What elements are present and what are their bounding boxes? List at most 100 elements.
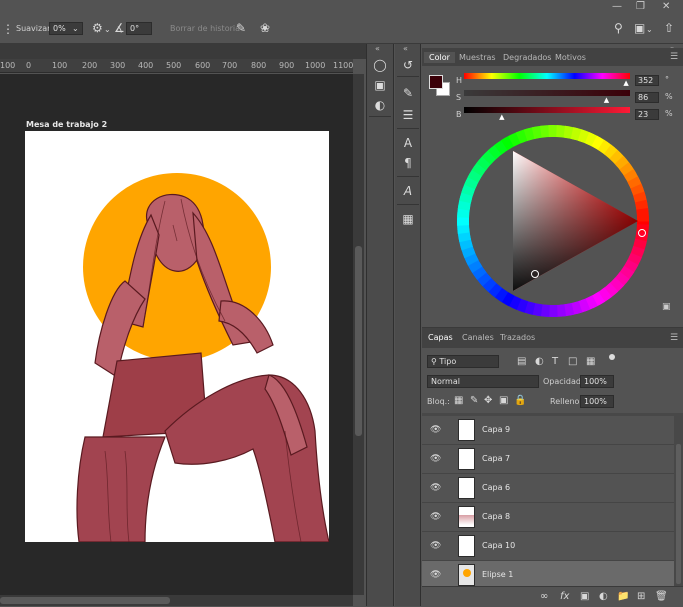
horizontal-scroll-thumb[interactable] [0,597,170,604]
lock-artboard-icon[interactable]: ▣ [499,395,508,407]
panel-menu-icon[interactable]: ☰ [670,52,678,62]
adjustment-filter-icon[interactable]: ◐ [535,356,544,368]
lock-image-icon[interactable]: ✎ [470,395,478,407]
layer-row[interactable]: 👁 Capa 10 [422,532,674,561]
hue-ring-segment[interactable] [636,207,649,222]
hue-label: H [456,76,463,85]
horizontal-ruler: 100 0 100 200 300 400 500 600 700 800 90… [0,59,353,73]
glyphs-icon[interactable]: A [395,184,421,198]
brightness-slider-thumb[interactable]: ▲ [499,113,504,121]
layer-name[interactable]: Capa 6 [482,483,510,492]
type-filter-icon[interactable]: T [552,356,558,368]
smart-object-filter-icon[interactable]: ▦ [586,356,595,368]
shape-filter-icon[interactable]: □ [568,356,577,368]
tab-swatches[interactable]: Muestras [454,52,501,63]
brush-icon[interactable]: ✎ [395,86,421,100]
layer-name[interactable]: Capa 9 [482,425,510,434]
collapse-arrows-icon[interactable]: « [403,44,408,53]
layer-name[interactable]: Elipse 1 [482,570,513,579]
paragraph-icon[interactable]: ¶ [395,156,421,170]
layer-name[interactable]: Capa 7 [482,454,510,463]
layers-scroll-thumb[interactable] [676,444,681,584]
share-icon[interactable]: ⇧ [664,22,674,34]
blend-mode-select[interactable]: Normal [427,375,539,388]
layer-row[interactable]: 👁 Capa 6 [422,474,674,503]
mask-icon[interactable]: ▣ [580,591,589,603]
adjustments-icon[interactable]: ◐ [367,98,393,112]
eye-icon[interactable]: 👁 [430,541,441,551]
fill-input[interactable]: 100% [580,395,614,408]
expand-icon[interactable]: ▣ [662,302,671,312]
brightness-unit: % [665,109,673,118]
trash-icon[interactable]: 🗑 [655,591,668,603]
tab-gradients[interactable]: Degradados [498,52,556,63]
tab-layers[interactable]: Capas [428,333,453,342]
fx-icon[interactable]: fx [560,591,569,603]
pixel-filter-icon[interactable]: ▤ [517,356,526,368]
ruler-tick: 1100 [333,61,354,70]
erase-history-option[interactable]: Borrar de historia [170,24,240,33]
lock-transparent-icon[interactable]: ▦ [454,395,463,407]
hue-slider[interactable] [464,73,630,79]
gear-icon[interactable]: ⚙ [92,22,103,34]
chevron-down-icon[interactable]: ⌄ [646,24,653,36]
lightbulb-icon[interactable]: ◯ [367,58,393,72]
history-icon[interactable]: ↺ [395,58,421,72]
pressure-icon[interactable]: ✎ [236,22,246,34]
libraries-icon[interactable]: ▣ [367,78,393,92]
filter-toggle-icon[interactable] [609,354,615,360]
brightness-slider[interactable] [464,107,630,113]
vertical-scroll-thumb[interactable] [355,246,362,436]
saturation-input[interactable]: 86 [635,92,659,103]
tab-paths[interactable]: Trazados [500,333,535,342]
chevron-down-icon[interactable]: ⌄ [104,24,111,36]
layer-name[interactable]: Capa 10 [482,541,515,550]
eye-icon[interactable]: 👁 [430,483,441,493]
opacity-input[interactable]: 100% [580,375,614,388]
hue-input[interactable]: 352 [635,75,659,86]
character-icon[interactable]: A [395,136,421,150]
eye-icon[interactable]: 👁 [430,425,441,435]
tab-patterns[interactable]: Motivos [550,52,591,63]
options-more-icon[interactable]: ⋮ [2,23,14,35]
tab-color[interactable]: Color [424,52,455,63]
layer-name[interactable]: Capa 8 [482,512,510,521]
adjustment-icon[interactable]: ◐ [599,591,608,603]
artboard[interactable] [25,131,329,542]
hue-slider-thumb[interactable]: ▲ [623,79,628,87]
eye-icon[interactable]: 👁 [430,512,441,522]
brush-settings-icon[interactable]: ☰ [395,108,421,122]
artwork-illustration [76,173,329,542]
ruler-tick: 1000 [305,61,326,70]
minimize-icon[interactable]: — [612,1,622,12]
layer-row[interactable]: 👁 Capa 7 [422,445,674,474]
restore-icon[interactable]: ❐ [636,1,645,12]
saturation-slider-thumb[interactable]: ▲ [604,96,609,104]
brightness-input[interactable]: 23 [635,109,659,120]
close-icon[interactable]: ✕ [662,1,670,12]
layer-row[interactable]: 👁 Capa 9 [422,416,674,445]
layer-row[interactable]: 👁 Capa 8 [422,503,674,532]
layer-filter-select[interactable]: ⚲ Tipo [427,355,499,368]
divider [397,204,419,205]
chevron-down-icon[interactable]: ⌄ [72,23,79,35]
collapse-arrows-icon[interactable]: « [375,44,380,53]
foreground-color-swatch[interactable] [429,75,443,89]
tab-channels[interactable]: Canales [462,333,494,342]
color-wheel[interactable] [456,124,650,318]
title-bar: — ❐ ✕ [0,0,683,14]
new-layer-icon[interactable]: ⊞ [637,591,645,603]
artboard-label[interactable]: Mesa de trabajo 2 [26,120,107,129]
lock-all-icon[interactable]: 🔒 [514,395,526,407]
panel-menu-icon[interactable]: ☰ [670,333,678,343]
lock-position-icon[interactable]: ✥ [484,395,492,407]
eye-icon[interactable]: 👁 [430,570,441,580]
link-icon[interactable]: ∞ [540,591,548,603]
angle-input[interactable]: 0° [126,22,152,35]
group-folder-icon[interactable]: 📁 [617,591,629,603]
eye-icon[interactable]: 👁 [430,454,441,464]
search-icon[interactable]: ⚲ [614,22,623,34]
symmetry-icon[interactable]: ❀ [260,22,270,34]
properties-icon[interactable]: ▦ [395,212,421,226]
workspace-icon[interactable]: ▣ [634,22,645,34]
